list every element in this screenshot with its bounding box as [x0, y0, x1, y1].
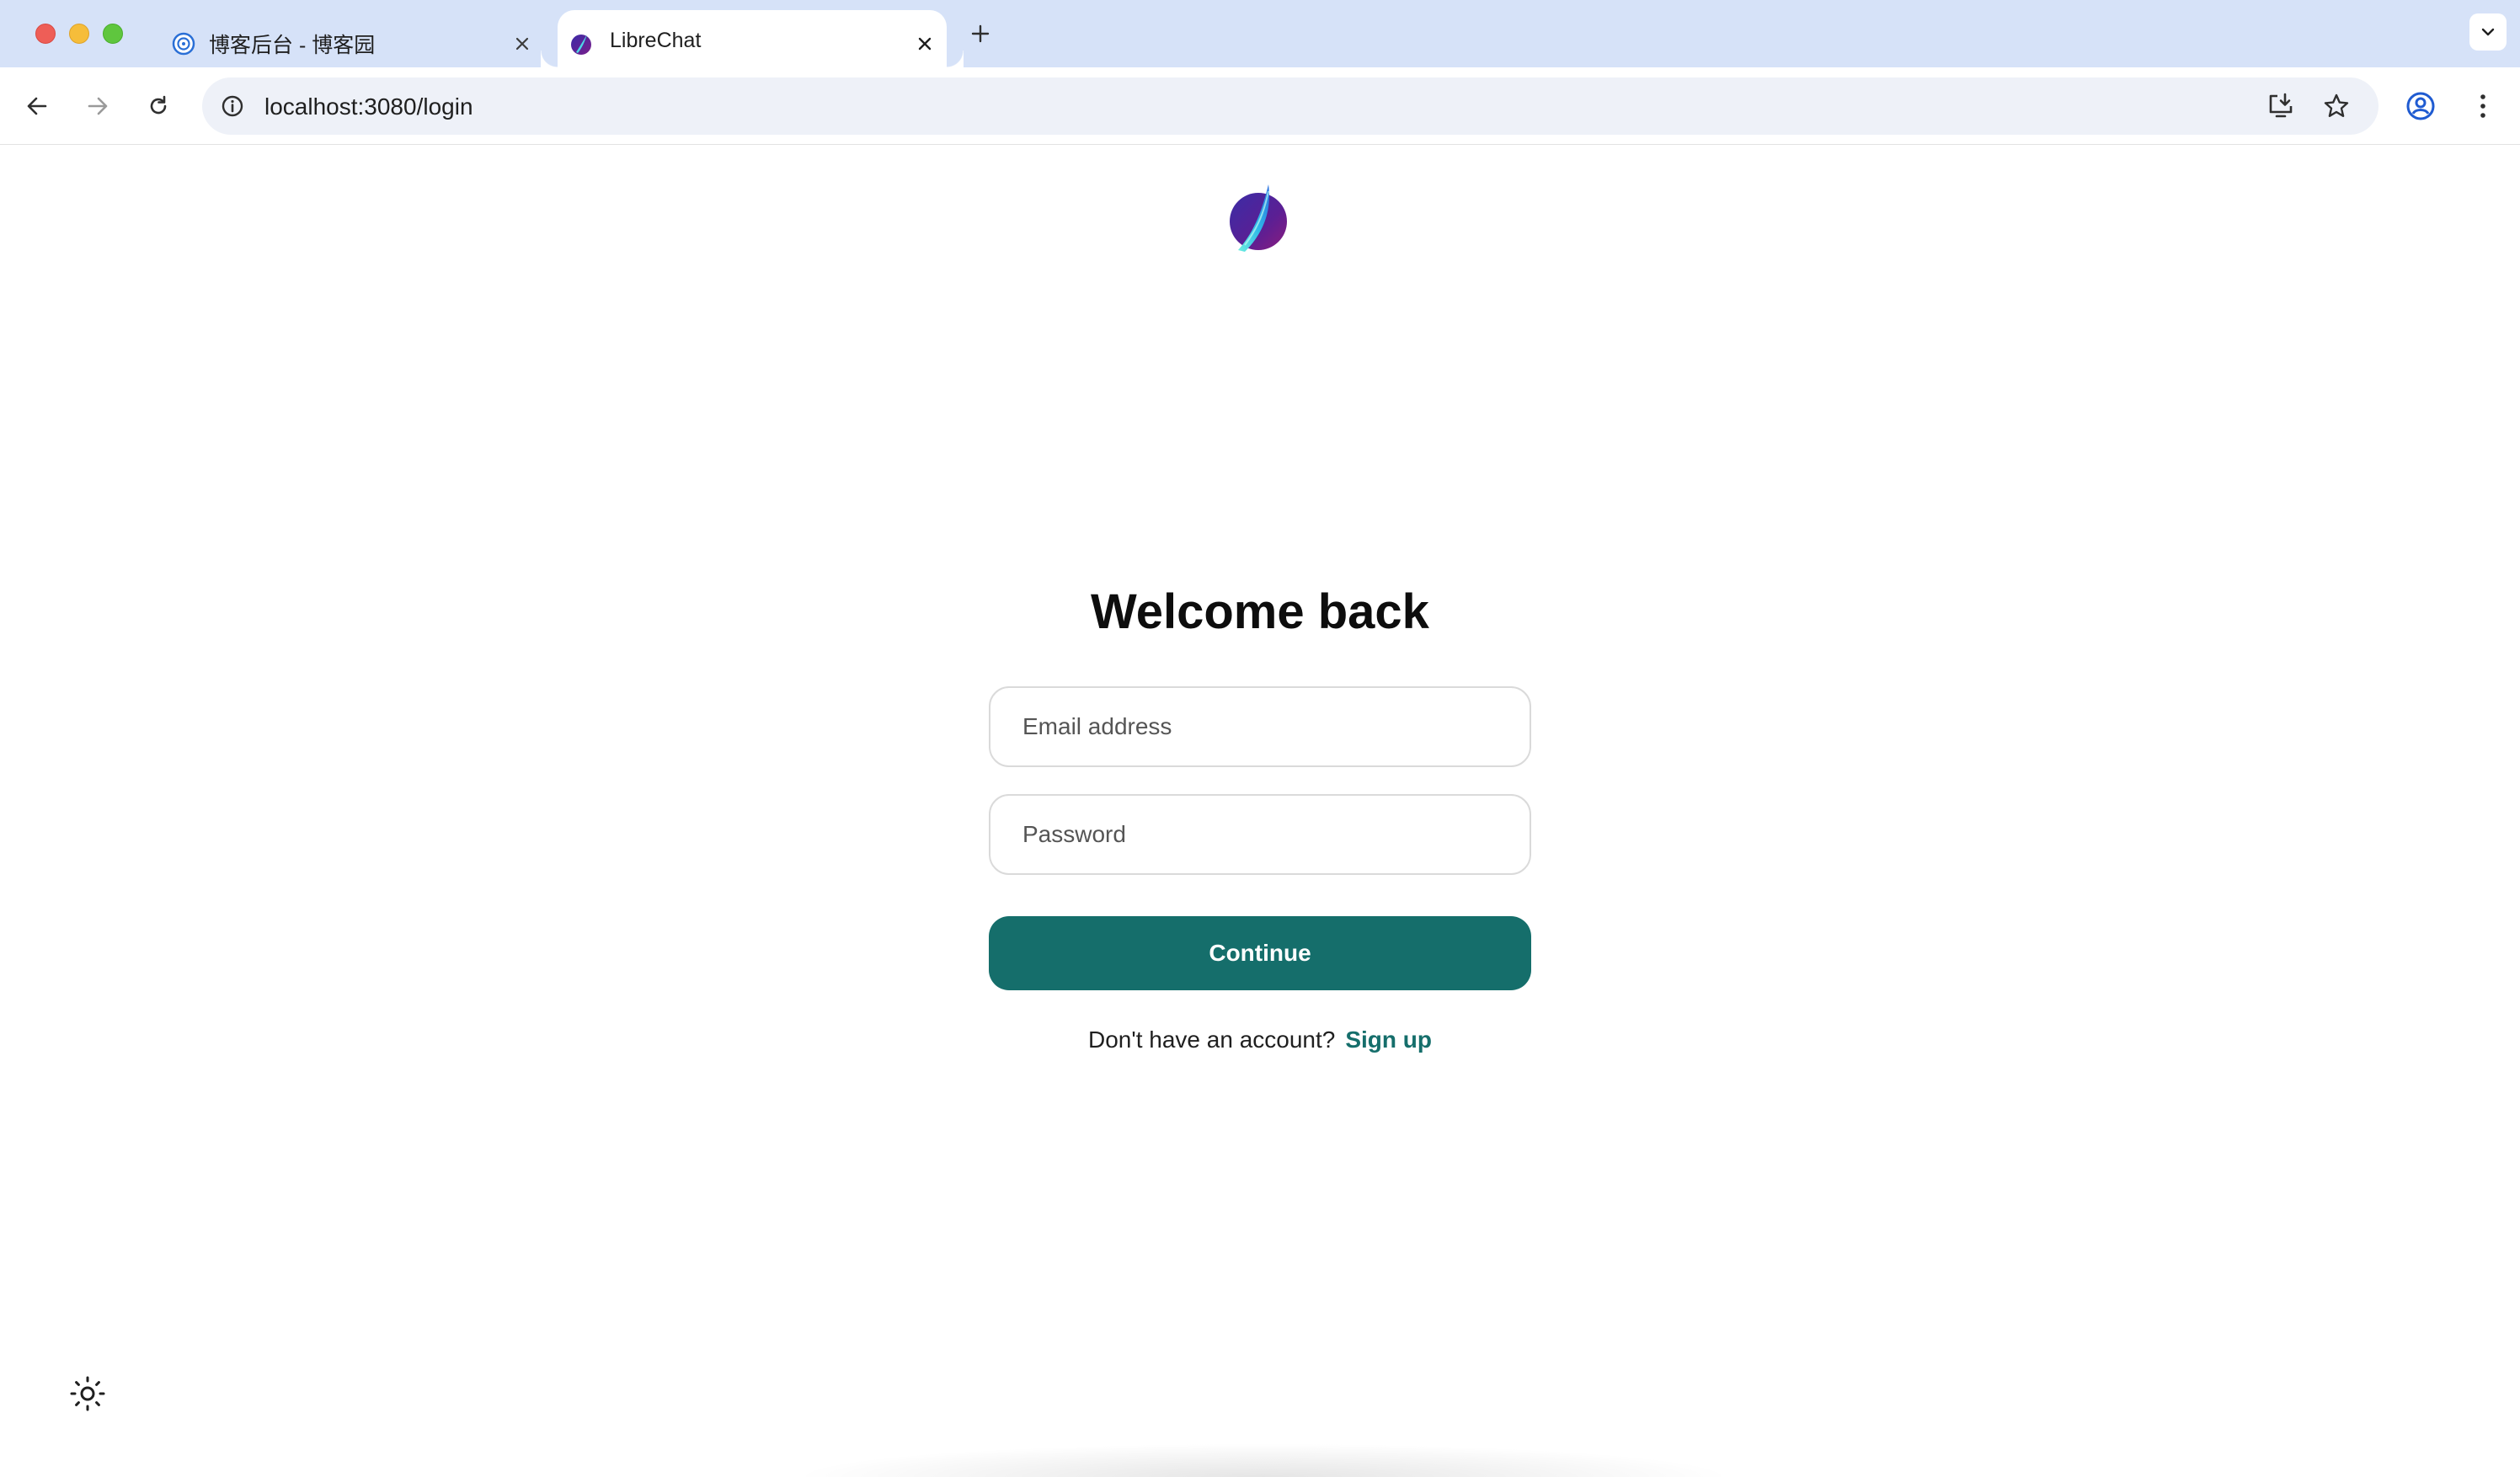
tab-search-chevron-down-icon[interactable]: [2469, 13, 2507, 51]
url-text[interactable]: localhost:3080/login: [264, 93, 473, 120]
no-account-text: Don't have an account?: [1088, 1026, 1336, 1053]
profile-icon[interactable]: [2400, 86, 2441, 126]
email-field[interactable]: [989, 686, 1531, 767]
password-field[interactable]: [989, 794, 1531, 875]
login-page: Welcome back Continue Don't have an acco…: [0, 146, 2520, 1477]
close-tab-icon[interactable]: [911, 30, 938, 57]
close-window-button[interactable]: [35, 24, 56, 44]
continue-button[interactable]: Continue: [989, 916, 1531, 990]
signup-prompt: Don't have an account? Sign up: [0, 1026, 2520, 1053]
librechat-logo-icon: [1226, 183, 1294, 253]
maximize-window-button[interactable]: [103, 24, 123, 44]
back-arrow-icon[interactable]: [17, 86, 57, 126]
browser-window: 博客后台 - 博客园 LibreChat localhost:3080/logi…: [0, 0, 2520, 1477]
reload-icon[interactable]: [138, 86, 179, 126]
new-tab-plus-icon[interactable]: [965, 19, 996, 49]
minimize-window-button[interactable]: [69, 24, 89, 44]
tab-cnblogs[interactable]: 博客后台 - 博客园: [165, 10, 544, 67]
bookmark-star-icon[interactable]: [2320, 89, 2353, 123]
tab-title: LibreChat: [610, 29, 702, 52]
password-input[interactable]: [990, 796, 1530, 873]
browser-toolbar: localhost:3080/login: [0, 67, 2520, 145]
address-bar[interactable]: localhost:3080/login: [202, 77, 2379, 135]
cnblogs-favicon-icon: [172, 32, 195, 56]
librechat-favicon-icon: [569, 32, 593, 56]
forward-arrow-icon[interactable]: [77, 86, 118, 126]
tab-strip: 博客后台 - 博客园 LibreChat: [0, 0, 2520, 67]
tab-title: 博客后台 - 博客园: [209, 34, 376, 57]
close-tab-icon[interactable]: [509, 30, 536, 57]
kebab-menu-icon[interactable]: [2463, 86, 2503, 126]
bottom-shadow: [792, 1443, 1735, 1477]
site-info-icon[interactable]: [217, 91, 248, 121]
email-input[interactable]: [990, 688, 1530, 765]
signup-link[interactable]: Sign up: [1345, 1026, 1432, 1053]
install-app-icon[interactable]: [2264, 89, 2298, 123]
theme-toggle-sun-icon[interactable]: [64, 1370, 111, 1417]
page-title: Welcome back: [1091, 584, 1429, 639]
tab-librechat[interactable]: LibreChat: [558, 10, 964, 67]
